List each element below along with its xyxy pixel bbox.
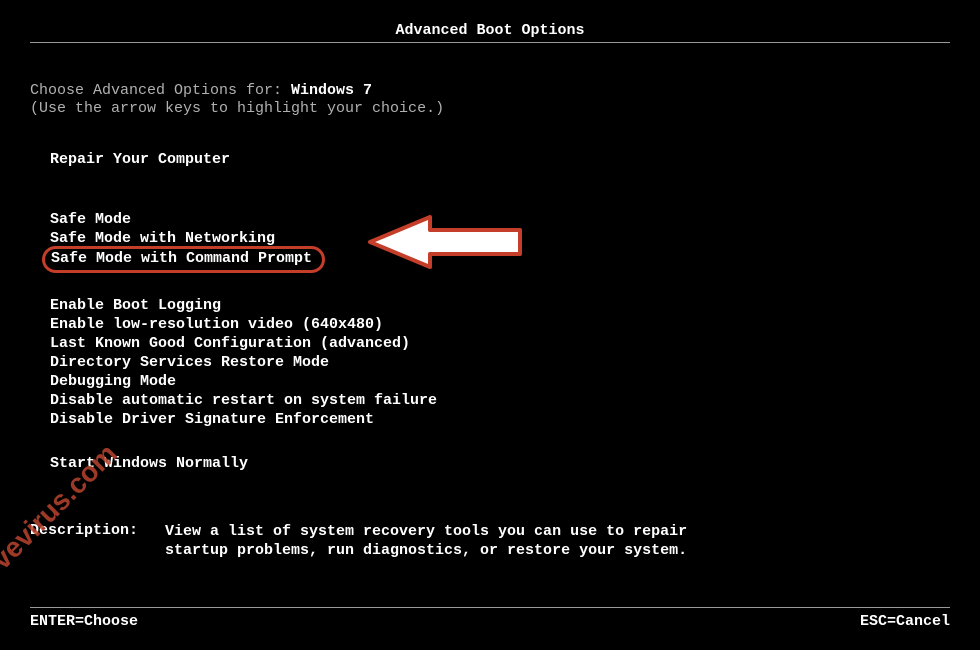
- choose-advanced-label: Choose Advanced Options for: Windows 7: [30, 82, 372, 99]
- menu-item-safe-mode-cmd-highlighted[interactable]: Safe Mode with Command Prompt: [42, 246, 325, 273]
- description-line-1: View a list of system recovery tools you…: [165, 523, 687, 540]
- menu-item-disable-auto-restart[interactable]: Disable automatic restart on system fail…: [50, 391, 437, 410]
- description-text: View a list of system recovery tools you…: [165, 522, 687, 560]
- footer-divider: [30, 607, 950, 608]
- menu-item-boot-logging[interactable]: Enable Boot Logging: [50, 296, 437, 315]
- footer-bar: ENTER=Choose ESC=Cancel: [30, 613, 950, 630]
- page-title: Advanced Boot Options: [30, 22, 950, 41]
- description-block: Description: View a list of system recov…: [30, 522, 950, 560]
- description-line-2: startup problems, run diagnostics, or re…: [165, 542, 687, 559]
- menu-item-debugging[interactable]: Debugging Mode: [50, 372, 437, 391]
- esc-cancel-label: ESC=Cancel: [860, 613, 950, 630]
- choose-prefix: Choose Advanced Options for:: [30, 82, 291, 99]
- safe-mode-group: Safe Mode Safe Mode with Networking Safe…: [50, 210, 325, 273]
- enter-choose-label: ENTER=Choose: [30, 613, 138, 630]
- os-name: Windows 7: [291, 82, 372, 99]
- title-divider: [30, 42, 950, 43]
- menu-item-ds-restore[interactable]: Directory Services Restore Mode: [50, 353, 437, 372]
- menu-item-last-known-good[interactable]: Last Known Good Configuration (advanced): [50, 334, 437, 353]
- menu-item-low-res-video[interactable]: Enable low-resolution video (640x480): [50, 315, 437, 334]
- options-group: Enable Boot Logging Enable low-resolutio…: [50, 296, 437, 429]
- menu-item-disable-driver-sig[interactable]: Disable Driver Signature Enforcement: [50, 410, 437, 429]
- menu-item-repair[interactable]: Repair Your Computer: [50, 150, 230, 169]
- arrow-keys-hint: (Use the arrow keys to highlight your ch…: [30, 100, 444, 117]
- arrow-annotation-icon: [360, 212, 530, 277]
- menu-item-safe-mode[interactable]: Safe Mode: [50, 210, 325, 229]
